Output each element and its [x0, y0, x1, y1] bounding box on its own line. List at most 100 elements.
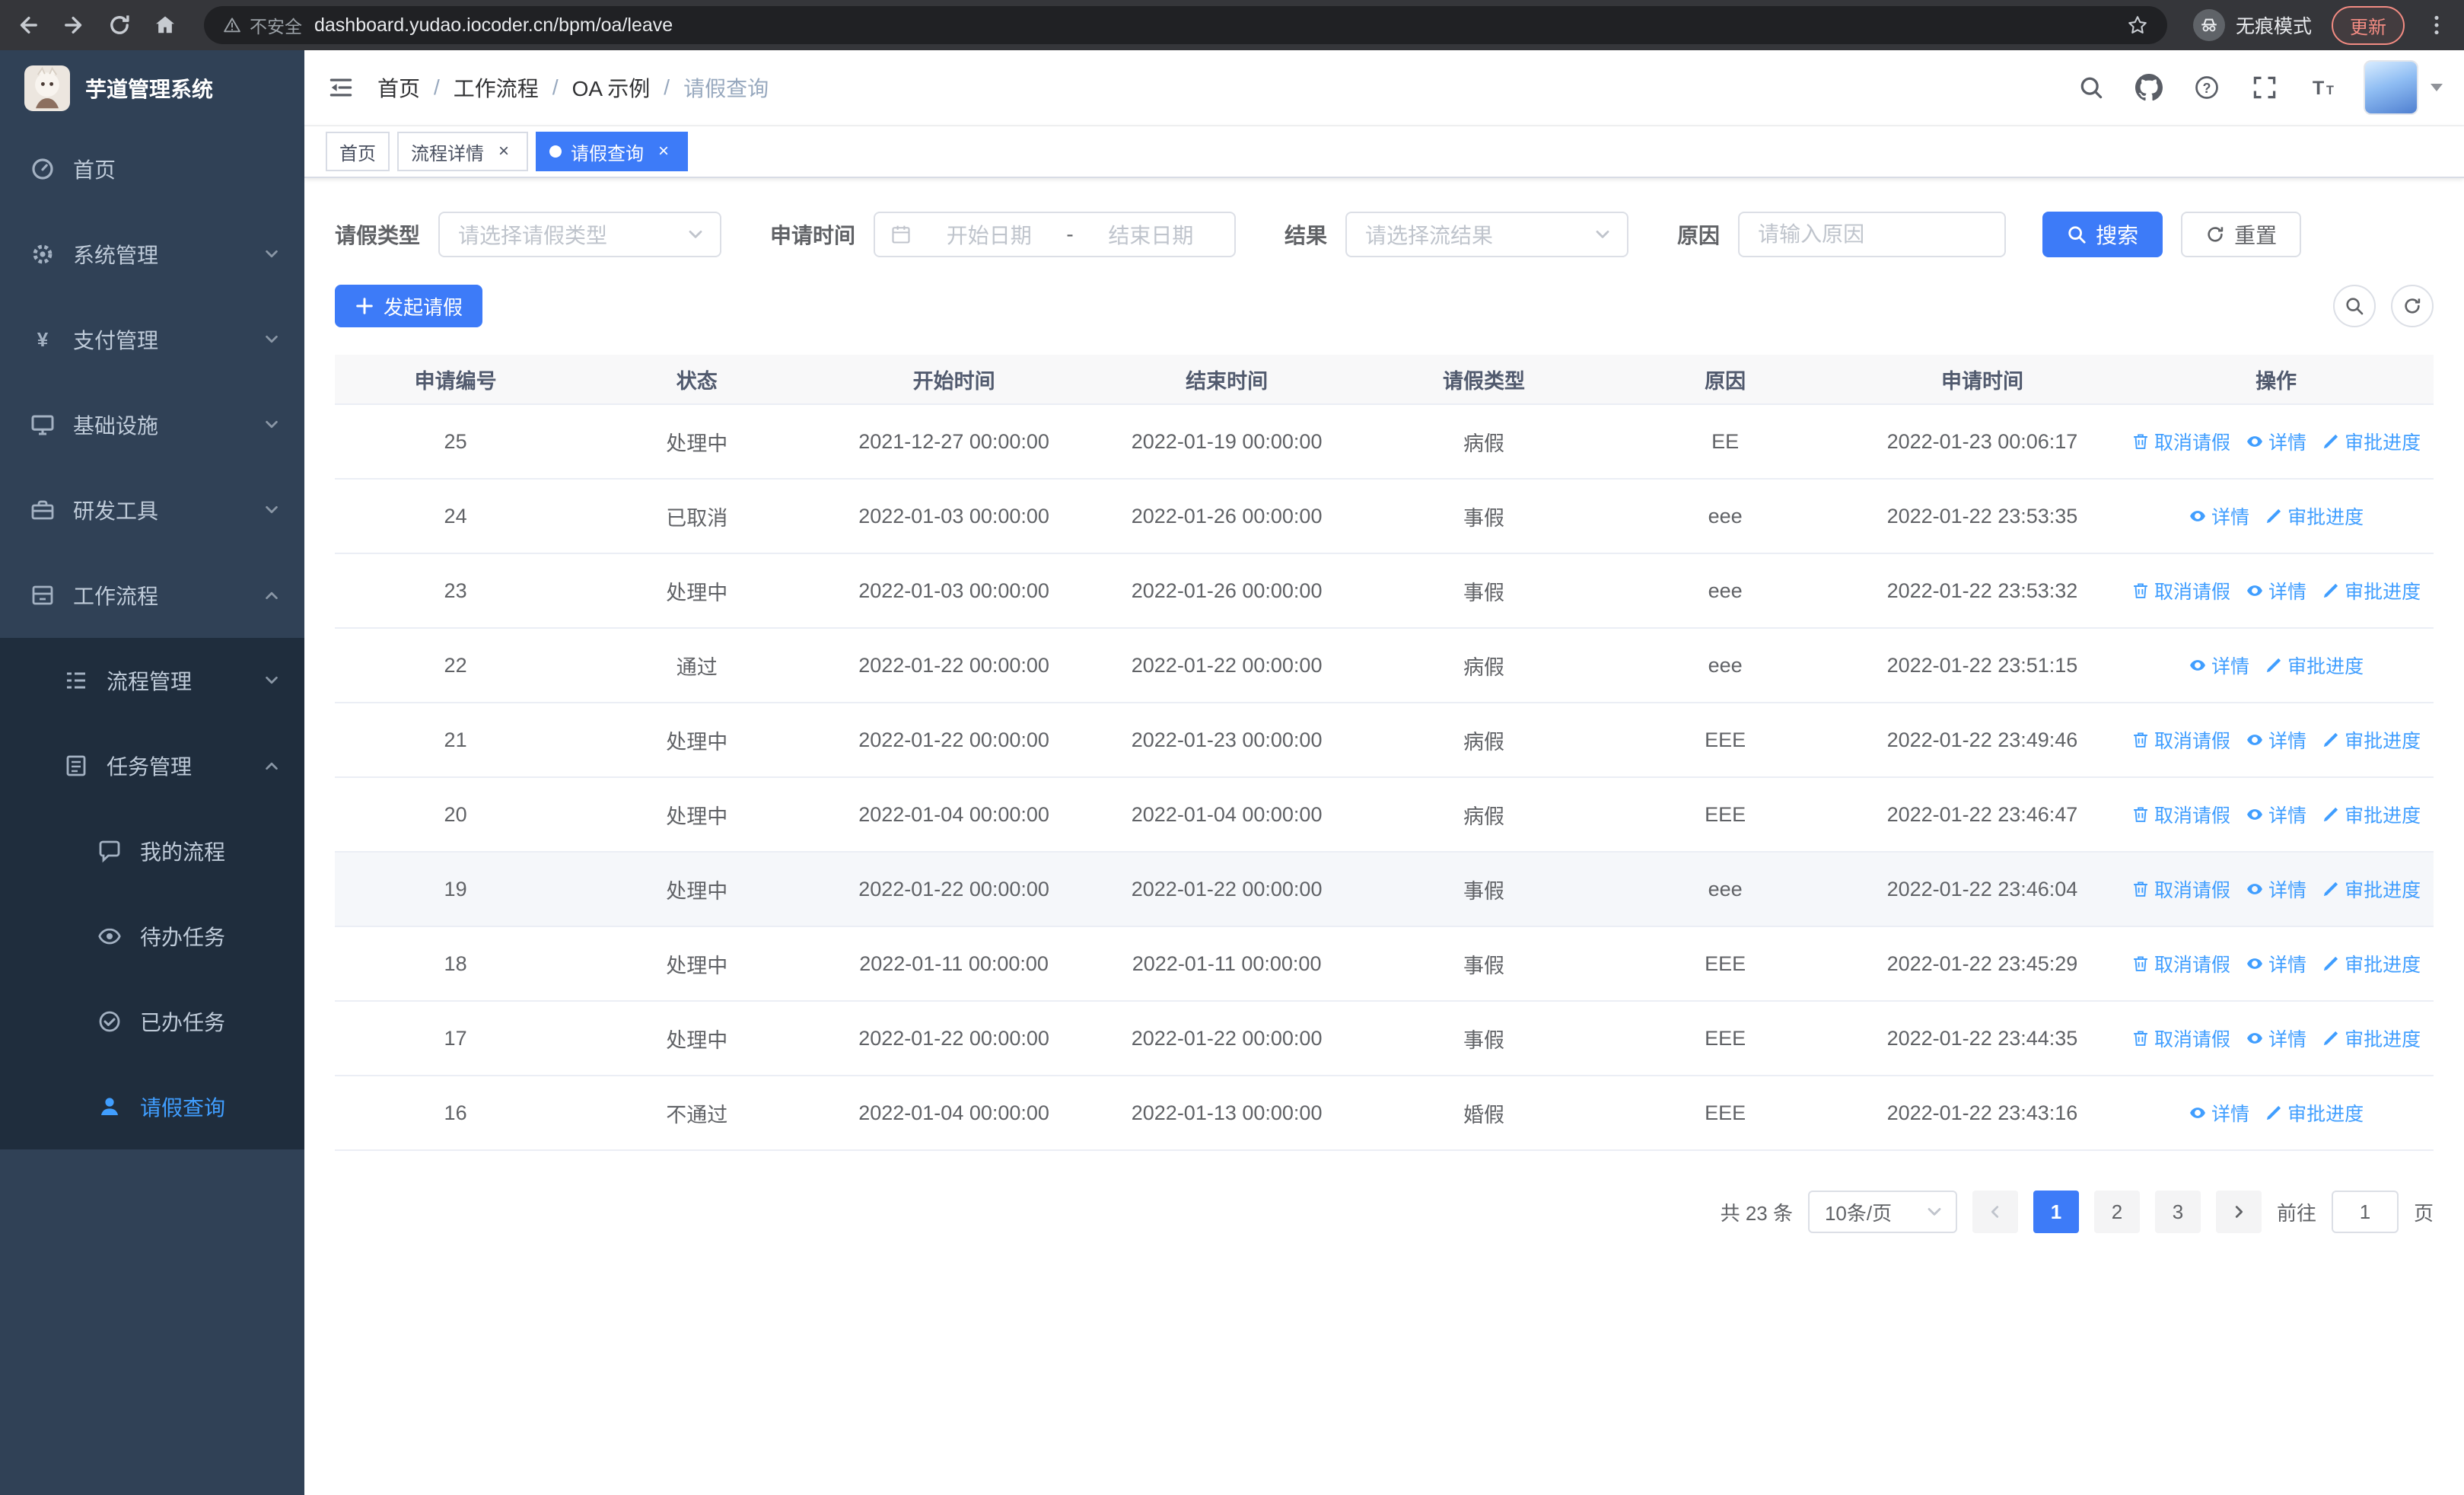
cell-status: 已取消	[666, 506, 728, 530]
search-button[interactable]: 搜索	[2042, 212, 2163, 257]
action-detail-link[interactable]: 详情	[2246, 428, 2306, 455]
result-select[interactable]: 请选择流结果	[1345, 212, 1629, 257]
action-progress-link[interactable]: 审批进度	[2322, 726, 2421, 754]
action-detail-link[interactable]: 详情	[2246, 726, 2306, 754]
action-progress-link[interactable]: 审批进度	[2322, 950, 2421, 977]
cell-actions: 详情 审批进度	[2119, 652, 2434, 679]
sidebar-collapse-button[interactable]	[304, 49, 377, 126]
browser-menu-icon[interactable]	[2424, 13, 2449, 37]
sidebar-item-system-management[interactable]: 系统管理	[0, 212, 304, 297]
date-range-picker[interactable]: 开始日期 - 结束日期	[874, 212, 1237, 257]
cell-start-time: 2022-01-11 00:00:00	[859, 952, 1049, 975]
breadcrumb-workflow[interactable]: 工作流程	[454, 72, 539, 103]
cell-actions: 取消请假 详情 审批进度	[2119, 726, 2434, 754]
sidebar-item-home[interactable]: 首页	[0, 126, 304, 212]
action-progress-link[interactable]: 审批进度	[2322, 1025, 2421, 1052]
action-detail-link[interactable]: 详情	[2246, 1025, 2306, 1052]
action-progress-link[interactable]: 审批进度	[2265, 1099, 2364, 1127]
sidebar-item-leave-query[interactable]: 请假查询	[0, 1064, 304, 1149]
action-cancel-link[interactable]: 取消请假	[2131, 726, 2230, 754]
reset-button[interactable]: 重置	[2181, 212, 2302, 257]
font-size-button[interactable]: TT	[2294, 49, 2351, 126]
sidebar-item-workflow[interactable]: 工作流程	[0, 553, 304, 638]
tag-process-detail[interactable]: 流程详情 ×	[397, 132, 528, 171]
action-progress-link[interactable]: 审批进度	[2265, 652, 2364, 679]
action-cancel-link[interactable]: 取消请假	[2131, 577, 2230, 604]
sidebar-item-my-processes[interactable]: 我的流程	[0, 808, 304, 894]
leave-type-select[interactable]: 请选择请假类型	[438, 212, 722, 257]
action-cancel-link[interactable]: 取消请假	[2131, 1025, 2230, 1052]
security-indicator[interactable]: 不安全	[222, 12, 302, 38]
github-link[interactable]	[2120, 49, 2178, 126]
breadcrumb-oa-example[interactable]: OA 示例	[572, 72, 651, 103]
refresh-table-button[interactable]	[2391, 285, 2434, 327]
table-row: 25 处理中 2021-12-27 00:00:00 2022-01-19 00:00…	[335, 405, 2434, 480]
action-detail-link[interactable]: 详情	[2189, 652, 2249, 679]
sidebar-item-payment-management[interactable]: ¥ 支付管理	[0, 297, 304, 382]
browser-reload-icon[interactable]	[107, 12, 132, 38]
create-leave-button[interactable]: 发起请假	[335, 285, 483, 327]
end-date-input[interactable]: 结束日期	[1083, 219, 1219, 250]
browser-update-button[interactable]: 更新	[2332, 5, 2405, 45]
action-detail-link[interactable]: 详情	[2189, 502, 2249, 530]
start-date-input[interactable]: 开始日期	[921, 219, 1057, 250]
avatar-caret-icon[interactable]	[2431, 84, 2443, 91]
sidebar-item-dev-tools[interactable]: 研发工具	[0, 467, 304, 553]
page-button-3[interactable]: 3	[2154, 1191, 2201, 1233]
column-header-end: 结束时间	[1186, 369, 1269, 393]
cell-start-time: 2021-12-27 00:00:00	[858, 429, 1049, 453]
app-logo[interactable]: 芋道管理系统	[0, 50, 304, 126]
tag-home[interactable]: 首页	[326, 132, 390, 171]
fullscreen-button[interactable]	[2236, 49, 2294, 126]
next-page-button[interactable]	[2215, 1191, 2262, 1233]
page-button-1[interactable]: 1	[2033, 1191, 2079, 1233]
url-text[interactable]: dashboard.yudao.iocoder.cn/bpm/oa/leave	[314, 14, 2114, 37]
header-search-button[interactable]	[2062, 49, 2120, 126]
action-progress-link[interactable]: 审批进度	[2322, 428, 2421, 455]
address-bar[interactable]: 不安全 dashboard.yudao.iocoder.cn/bpm/oa/le…	[204, 6, 2167, 44]
action-cancel-link[interactable]: 取消请假	[2131, 875, 2230, 903]
bookmark-star-icon[interactable]	[2126, 14, 2149, 37]
breadcrumb-home[interactable]: 首页	[377, 72, 420, 103]
cell-leave-type: 病假	[1463, 655, 1504, 679]
goto-page-input[interactable]	[2331, 1191, 2399, 1233]
chevron-down-icon	[266, 676, 278, 684]
sidebar-item-todo-tasks[interactable]: 待办任务	[0, 894, 304, 979]
column-header-status: 状态	[676, 369, 718, 393]
chevron-down-icon	[266, 335, 278, 343]
page-button-2[interactable]: 2	[2093, 1191, 2140, 1233]
action-detail-link[interactable]: 详情	[2246, 875, 2306, 903]
close-icon[interactable]: ×	[493, 141, 514, 162]
cell-apply-time: 2022-01-22 23:49:46	[1886, 728, 2078, 751]
action-progress-link[interactable]: 审批进度	[2265, 502, 2364, 530]
action-progress-link[interactable]: 审批进度	[2322, 801, 2421, 828]
action-cancel-link[interactable]: 取消请假	[2131, 428, 2230, 455]
action-progress-link[interactable]: 审批进度	[2322, 875, 2421, 903]
action-progress-link[interactable]: 审批进度	[2322, 577, 2421, 604]
toggle-search-button[interactable]	[2333, 285, 2376, 327]
cell-id: 22	[444, 653, 467, 677]
reason-input[interactable]	[1758, 222, 1987, 247]
browser-back-icon[interactable]	[15, 12, 41, 38]
action-detail-link[interactable]: 详情	[2246, 801, 2306, 828]
browser-home-icon[interactable]	[152, 12, 178, 38]
sidebar-item-task-management[interactable]: 任务管理	[0, 723, 304, 808]
action-cancel-link[interactable]: 取消请假	[2131, 950, 2230, 977]
action-detail-link[interactable]: 详情	[2246, 577, 2306, 604]
page-size-select[interactable]: 10条/页	[1807, 1191, 1957, 1233]
cell-end-time: 2022-01-13 00:00:00	[1131, 1101, 1323, 1124]
leave-table: 申请编号 状态 开始时间 结束时间 请假类型 原因 申请时间 操作 25 处理中 2…	[335, 355, 2434, 1151]
action-detail-link[interactable]: 详情	[2246, 950, 2306, 977]
browser-forward-icon[interactable]	[61, 12, 87, 38]
tag-leave-query[interactable]: 请假查询 ×	[536, 132, 688, 171]
sidebar-item-infrastructure[interactable]: 基础设施	[0, 382, 304, 467]
action-detail-link[interactable]: 详情	[2189, 1099, 2249, 1127]
action-cancel-link[interactable]: 取消请假	[2131, 801, 2230, 828]
sidebar-item-done-tasks[interactable]: 已办任务	[0, 979, 304, 1064]
prev-page-button[interactable]	[1972, 1191, 2018, 1233]
sidebar-item-process-management[interactable]: 流程管理	[0, 638, 304, 723]
close-icon[interactable]: ×	[653, 141, 674, 162]
help-button[interactable]: ?	[2178, 49, 2236, 126]
cell-end-time: 2022-01-26 00:00:00	[1131, 504, 1323, 528]
user-avatar[interactable]	[2364, 60, 2418, 115]
